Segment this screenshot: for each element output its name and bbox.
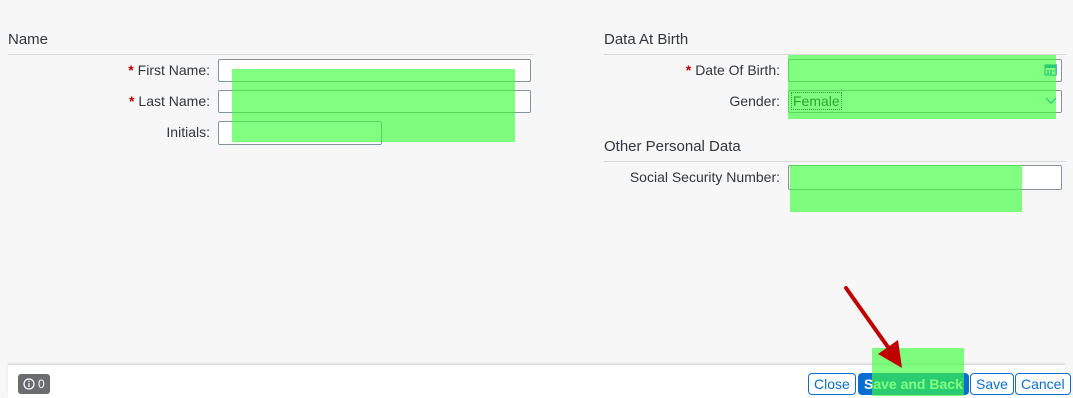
other-section-divider xyxy=(604,161,1067,162)
save-and-back-button[interactable]: Save and Back xyxy=(858,373,969,395)
calendar-icon[interactable] xyxy=(1044,63,1057,76)
dob-input[interactable] xyxy=(788,59,1062,82)
first-name-label: * First Name: xyxy=(128,62,210,78)
chevron-down-icon xyxy=(1045,97,1057,104)
message-count: 0 xyxy=(38,377,45,391)
ssn-label: Social Security Number: xyxy=(629,169,780,185)
name-section-title: Name xyxy=(8,31,49,48)
last-name-input[interactable] xyxy=(218,90,531,113)
birth-section-title: Data At Birth xyxy=(604,31,689,48)
cancel-button[interactable]: Cancel xyxy=(1015,373,1071,395)
initials-label: Initials: xyxy=(166,124,210,140)
messages-button[interactable]: 0 xyxy=(18,374,50,394)
gender-label: Gender: xyxy=(729,93,780,109)
ssn-input[interactable] xyxy=(788,165,1062,190)
gender-select[interactable]: Female xyxy=(788,90,1062,113)
required-marker: * xyxy=(128,93,135,109)
dob-label: * Date Of Birth: xyxy=(685,62,780,78)
gender-value: Female xyxy=(791,92,842,110)
annotation-arrow xyxy=(844,286,902,368)
last-name-label: * Last Name: xyxy=(128,93,210,109)
info-icon xyxy=(23,378,35,390)
save-button[interactable]: Save xyxy=(970,373,1014,395)
close-button[interactable]: Close xyxy=(808,373,856,395)
name-section-divider xyxy=(8,54,534,55)
required-marker: * xyxy=(685,62,692,78)
initials-input[interactable] xyxy=(218,121,382,145)
birth-section-divider xyxy=(604,54,1067,55)
first-name-input[interactable] xyxy=(218,59,531,82)
required-marker: * xyxy=(128,62,134,78)
other-section-title: Other Personal Data xyxy=(604,138,741,155)
